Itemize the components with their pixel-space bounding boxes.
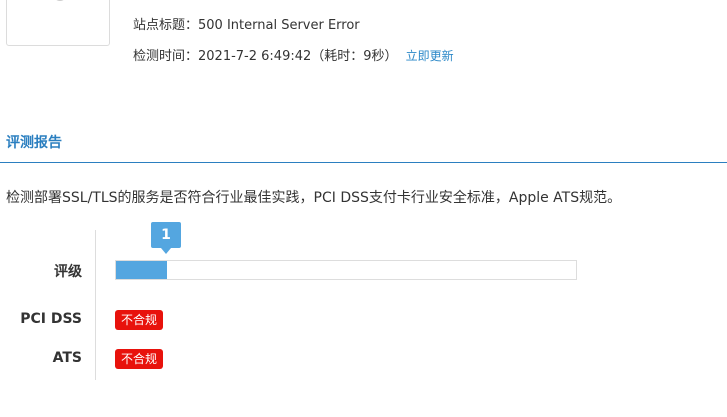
report-section-title: 评测报告 — [6, 135, 62, 151]
grade-marker: 1 — [151, 222, 181, 254]
ats-label: ATS — [52, 350, 82, 366]
site-title-line: 站点标题：500 Internal Server Error — [133, 14, 360, 33]
refresh-link[interactable]: 立即更新 — [406, 49, 454, 63]
section-divider — [0, 162, 727, 163]
site-title-value: 500 Internal Server Error — [198, 18, 360, 33]
scan-time-line: 检测时间：2021-7-2 6:49:42（耗时：9秒） 立即更新 — [133, 45, 454, 64]
scan-duration: （耗时：9秒） — [311, 49, 398, 64]
site-title-label: 站点标题： — [133, 18, 199, 33]
grade-label: 评级 — [54, 264, 82, 280]
globe-icon — [53, 0, 67, 1]
pci-dss-label: PCI DSS — [20, 311, 82, 327]
label-divider — [95, 230, 96, 380]
report-description: 检测部署SSL/TLS的服务是否符合行业最佳实践，PCI DSS支付卡行业安全标… — [6, 190, 622, 206]
pci-dss-status-badge: 不合规 — [115, 310, 164, 330]
scan-time-label: 检测时间： — [133, 49, 199, 64]
grade-bar-fill — [116, 261, 167, 279]
scan-time-value: 2021-7-2 6:49:42 — [198, 49, 312, 64]
ats-status-badge: 不合规 — [115, 349, 164, 369]
grade-bar — [115, 260, 577, 280]
site-thumbnail — [6, 0, 110, 46]
